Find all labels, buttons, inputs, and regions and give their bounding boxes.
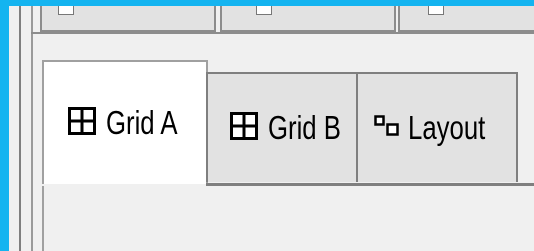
divider-line — [19, 6, 21, 251]
tab-layout[interactable]: Layout — [356, 72, 518, 182]
top-tab-icon — [58, 6, 74, 15]
tab-layout-label: Layout — [408, 109, 486, 146]
top-tab-icon — [256, 6, 272, 15]
divider-line — [31, 6, 33, 251]
divider-line — [31, 32, 534, 34]
grid-icon — [68, 106, 96, 140]
top-tab-3[interactable] — [398, 6, 534, 32]
grid-icon — [230, 111, 258, 145]
tab-grid-a-label: Grid A — [106, 104, 178, 141]
tab-content-panel — [42, 186, 534, 251]
tab-grid-b-label: Grid B — [268, 109, 341, 146]
window-frame-left — [0, 0, 9, 251]
tab-grid-b[interactable]: Grid B — [206, 72, 358, 182]
top-tab-icon — [428, 6, 444, 15]
layout-icon — [374, 114, 400, 143]
top-tab-2[interactable] — [220, 6, 396, 32]
tab-grid-a[interactable]: Grid A — [42, 60, 208, 184]
